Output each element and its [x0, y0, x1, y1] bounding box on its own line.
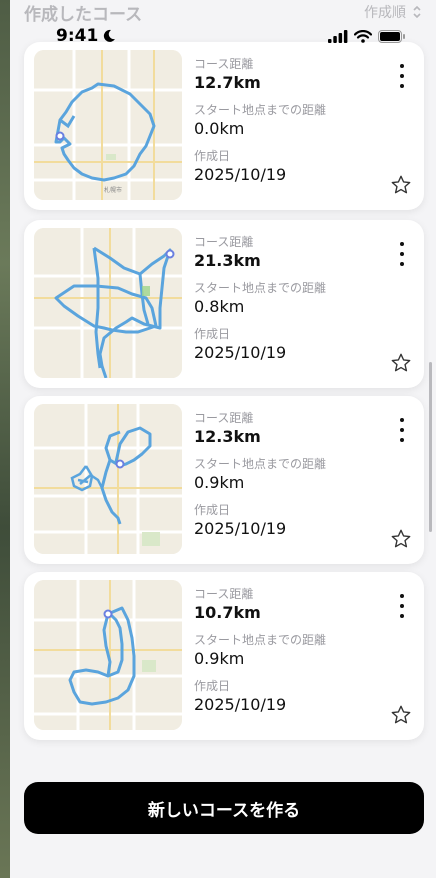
distance-label: コース距離 — [194, 587, 254, 601]
course-distance: 12.3km — [194, 427, 261, 446]
star-icon[interactable] — [390, 528, 412, 550]
more-options-icon[interactable] — [392, 418, 412, 442]
route-map — [34, 580, 182, 730]
star-icon[interactable] — [390, 352, 412, 374]
page-title: 作成したコース — [24, 4, 143, 25]
list-header: 作成したコース 作成順 — [10, 0, 436, 25]
start-distance-label: スタート地点までの距離 — [194, 457, 327, 471]
scrollbar[interactable] — [429, 362, 432, 532]
course-info: コース距離 10.7km スタート地点までの距離 0.9km 作成日 2025/… — [194, 586, 394, 724]
created-date: 2025/10/19 — [194, 519, 287, 538]
start-distance-value: 0.0km — [194, 119, 245, 138]
battery-icon — [378, 29, 405, 43]
status-icons — [328, 29, 406, 43]
start-distance-label: スタート地点までの距離 — [194, 103, 327, 117]
course-distance: 10.7km — [194, 603, 261, 622]
new-course-button[interactable]: 新しいコースを作る — [24, 782, 424, 834]
route-map — [34, 404, 182, 554]
route-map: 札幌市 — [34, 50, 182, 200]
created-label: 作成日 — [194, 679, 231, 693]
app-screen: 作成したコース 作成順 9:41 札幌市 コース距離 12.7km スタート地点… — [10, 0, 436, 878]
status-time: 9:41 — [56, 26, 116, 46]
sort-label: 作成順 — [364, 5, 406, 21]
course-distance: 21.3km — [194, 251, 261, 270]
route-map — [34, 228, 182, 378]
course-map-thumbnail — [34, 404, 182, 554]
distance-label: コース距離 — [194, 235, 254, 249]
course-info: コース距離 21.3km スタート地点までの距離 0.8km 作成日 2025/… — [194, 234, 394, 372]
course-card[interactable]: コース距離 10.7km スタート地点までの距離 0.9km 作成日 2025/… — [24, 572, 424, 740]
chevron-up-down-icon — [413, 5, 421, 19]
created-label: 作成日 — [194, 149, 231, 163]
course-map-thumbnail: 札幌市 — [34, 50, 182, 200]
start-distance-value: 0.9km — [194, 649, 245, 668]
created-label: 作成日 — [194, 327, 231, 341]
created-date: 2025/10/19 — [194, 165, 287, 184]
start-distance-value: 0.8km — [194, 297, 245, 316]
course-card[interactable]: 札幌市 コース距離 12.7km スタート地点までの距離 0.0km 作成日 2… — [24, 42, 424, 210]
course-card[interactable]: コース距離 21.3km スタート地点までの距離 0.8km 作成日 2025/… — [24, 220, 424, 388]
distance-label: コース距離 — [194, 57, 254, 71]
signal-icon — [328, 29, 348, 43]
more-options-icon[interactable] — [392, 242, 412, 266]
course-map-thumbnail — [34, 580, 182, 730]
status-bar: 9:41 — [10, 22, 436, 50]
more-options-icon[interactable] — [392, 594, 412, 618]
star-icon[interactable] — [390, 704, 412, 726]
more-options-icon[interactable] — [392, 64, 412, 88]
start-distance-label: スタート地点までの距離 — [194, 633, 327, 647]
wifi-icon — [354, 29, 372, 43]
course-card[interactable]: コース距離 12.3km スタート地点までの距離 0.9km 作成日 2025/… — [24, 396, 424, 564]
map-label: 札幌市 — [104, 186, 122, 194]
course-map-thumbnail — [34, 228, 182, 378]
sort-button[interactable]: 作成順 — [364, 2, 422, 22]
created-date: 2025/10/19 — [194, 343, 287, 362]
course-distance: 12.7km — [194, 73, 261, 92]
created-label: 作成日 — [194, 503, 231, 517]
moon-icon — [104, 29, 116, 42]
star-icon[interactable] — [390, 174, 412, 196]
start-distance-label: スタート地点までの距離 — [194, 281, 327, 295]
start-distance-value: 0.9km — [194, 473, 245, 492]
distance-label: コース距離 — [194, 411, 254, 425]
created-date: 2025/10/19 — [194, 695, 287, 714]
course-info: コース距離 12.3km スタート地点までの距離 0.9km 作成日 2025/… — [194, 410, 394, 548]
course-info: コース距離 12.7km スタート地点までの距離 0.0km 作成日 2025/… — [194, 56, 394, 194]
